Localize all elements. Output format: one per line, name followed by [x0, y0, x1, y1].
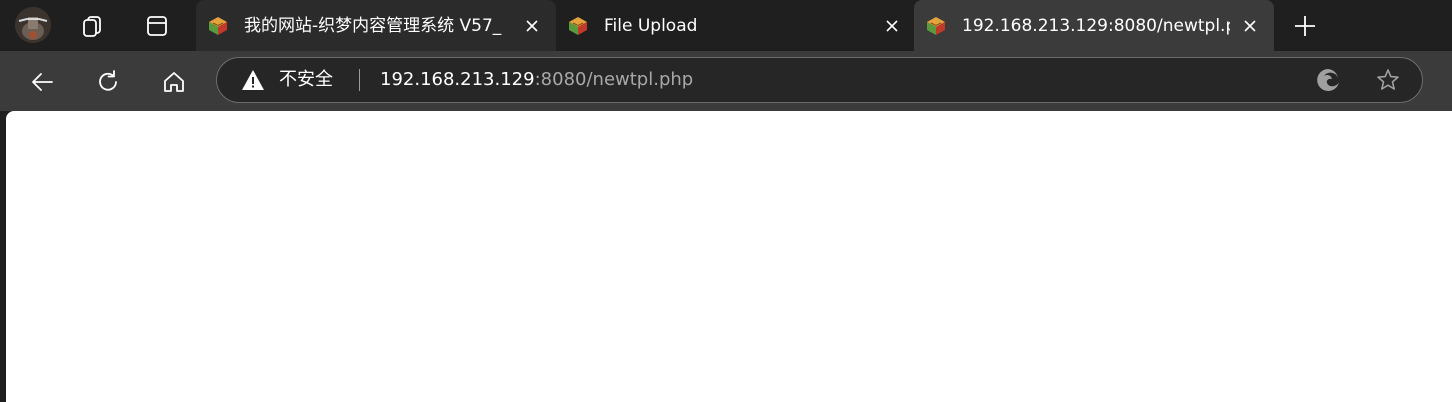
dedecms-favicon-icon [569, 17, 587, 35]
home-icon [164, 72, 184, 92]
close-icon[interactable] [1238, 14, 1262, 38]
edge-icon [1317, 69, 1339, 91]
back-arrow-icon [32, 73, 53, 91]
workspaces-icon[interactable] [78, 12, 108, 40]
favorite-button[interactable] [1373, 65, 1403, 95]
tab-newtpl-active[interactable]: 192.168.213.129:8080/newtpl.php [914, 0, 1274, 51]
url-host: 192.168.213.129 [380, 69, 535, 90]
tab-file-upload[interactable]: File Upload [556, 0, 912, 51]
plus-icon [1295, 16, 1315, 36]
navigation-toolbar: 不安全 192.168.213.129:8080/newtpl.php [0, 51, 1452, 111]
profile-avatar[interactable] [15, 7, 51, 43]
avatar-image [15, 7, 51, 43]
browser-essentials-button[interactable] [1313, 65, 1343, 95]
refresh-button[interactable] [91, 65, 125, 99]
dedecms-favicon-icon [927, 17, 945, 35]
page-content [6, 111, 1452, 402]
new-tab-button[interactable] [1290, 12, 1320, 40]
close-icon[interactable] [880, 14, 904, 38]
tab-title: File Upload [604, 16, 698, 36]
close-icon[interactable] [520, 14, 544, 38]
tab-strip: 我的网站-织梦内容管理系统 V57_ File Upload 192.168.2… [0, 0, 1452, 51]
tab-title: 我的网站-织梦内容管理系统 V57_ [244, 16, 502, 36]
dedecms-favicon-icon [209, 17, 227, 35]
url-text[interactable]: 192.168.213.129:8080/newtpl.php [380, 68, 693, 92]
address-bar[interactable]: 不安全 192.168.213.129:8080/newtpl.php [216, 57, 1423, 103]
address-separator [359, 69, 360, 91]
back-button[interactable] [25, 65, 59, 99]
security-status-label[interactable]: 不安全 [279, 68, 333, 92]
tab-title: 192.168.213.129:8080/newtpl.php [962, 16, 1230, 36]
warning-icon[interactable] [241, 69, 265, 91]
tab-dedecms[interactable]: 我的网站-织梦内容管理系统 V57_ [196, 0, 556, 51]
home-button[interactable] [157, 65, 191, 99]
refresh-icon [99, 70, 117, 91]
url-path: :8080/newtpl.php [534, 69, 694, 90]
vertical-tabs-icon[interactable] [142, 12, 172, 40]
star-icon [1377, 69, 1399, 90]
